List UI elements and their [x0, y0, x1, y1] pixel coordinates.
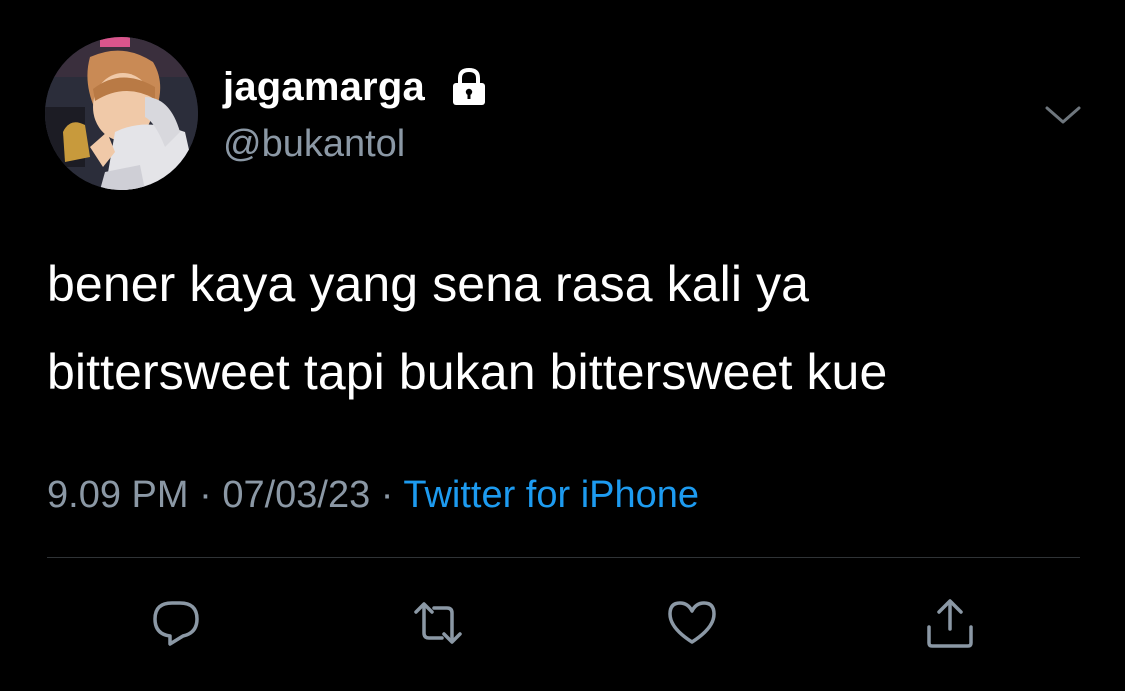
tweet-text: bener kaya yang sena rasa kali ya bitter… [47, 240, 1107, 416]
chevron-down-icon[interactable] [1043, 96, 1083, 136]
tweet-meta: 9.09 PM · 07/03/23 · Twitter for iPhone [47, 470, 699, 520]
heart-icon [668, 601, 716, 644]
meta-separator: · [370, 474, 404, 516]
retweet-icon [414, 602, 462, 644]
share-button[interactable] [924, 597, 976, 649]
tweet-text-line: bittersweet tapi bukan bittersweet kue [47, 344, 888, 400]
reply-icon [153, 601, 199, 646]
display-name[interactable]: jagamarga [223, 62, 425, 112]
action-bar [0, 597, 1125, 649]
share-icon [927, 599, 973, 648]
meta-separator: · [188, 474, 223, 516]
avatar[interactable] [45, 37, 198, 190]
reply-button[interactable] [150, 597, 202, 649]
profile-photo [45, 37, 198, 190]
divider [47, 557, 1080, 558]
tweet-time: 9.09 PM [47, 474, 189, 516]
lock-icon [447, 65, 491, 109]
tweet-date: 07/03/23 [222, 474, 371, 516]
tweet-text-line: bener kaya yang sena rasa kali ya [47, 256, 810, 312]
like-button[interactable] [666, 597, 718, 649]
tweet-card: jagamarga @bukantol bener kaya yang sena… [0, 0, 1125, 691]
tweet-source-link[interactable]: Twitter for iPhone [403, 474, 699, 516]
retweet-button[interactable] [412, 597, 464, 649]
user-handle[interactable]: @bukantol [223, 120, 405, 168]
author-name-row: jagamarga [223, 62, 491, 112]
